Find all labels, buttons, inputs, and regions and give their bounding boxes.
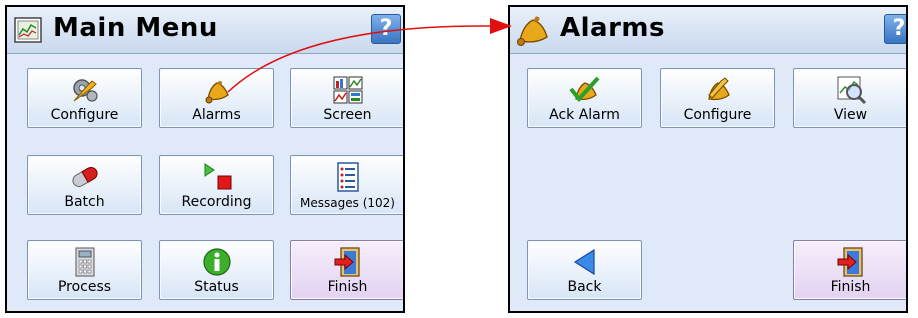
- arrow-head: [490, 18, 512, 34]
- navigation-arrow: [227, 18, 512, 93]
